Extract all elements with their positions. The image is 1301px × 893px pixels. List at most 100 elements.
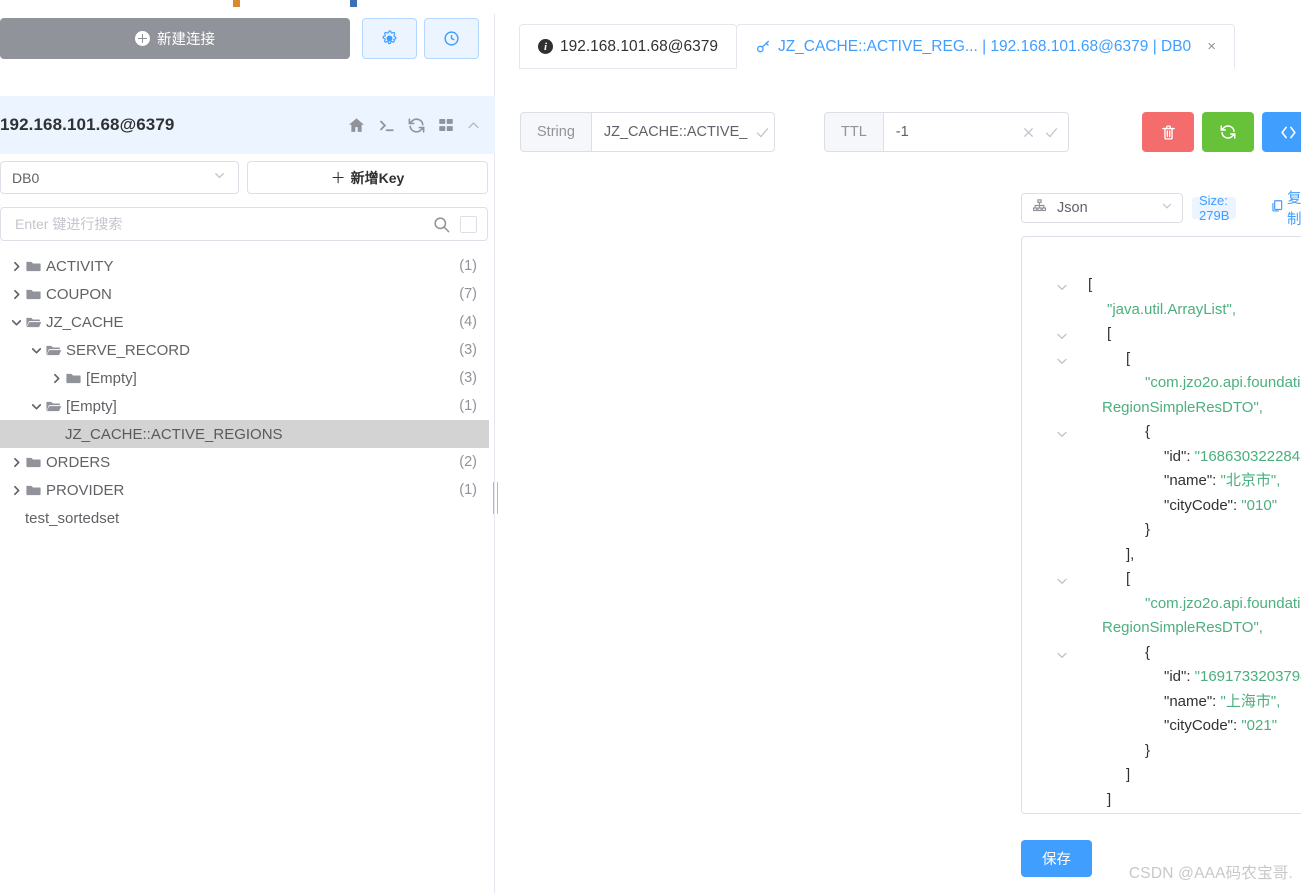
tree-folder-row[interactable]: [Empty] (3) xyxy=(0,364,489,392)
tree-node-label: JZ_CACHE::ACTIVE_REGIONS xyxy=(65,425,283,443)
save-button[interactable]: 保存 xyxy=(1021,840,1092,877)
tree-node-count: (2) xyxy=(459,454,477,470)
format-select[interactable]: Json xyxy=(1021,193,1183,223)
search-exact-checkbox[interactable] xyxy=(460,215,477,233)
terminal-icon[interactable] xyxy=(377,116,396,135)
json-scroll-area: ["java.util.ArrayList", [["com.jzo2o.api.… xyxy=(1022,237,1301,813)
json-line-text: [ xyxy=(1088,276,1092,293)
json-value: "北京市", xyxy=(1220,472,1281,489)
json-bracket: { xyxy=(1145,423,1151,440)
tab-close-icon[interactable]: × xyxy=(1207,39,1216,54)
chevron-down-icon[interactable] xyxy=(28,400,45,413)
tree-node-label: PROVIDER xyxy=(46,481,125,499)
chevron-right-icon[interactable] xyxy=(48,372,65,385)
refresh-icon[interactable] xyxy=(407,116,426,135)
copy-icon xyxy=(1270,199,1284,217)
sidebar: 新建连接 192.168.101.68@6379 DB0 ＋ 新增Key Ent… xyxy=(0,14,495,893)
json-line-text: [ xyxy=(1126,350,1130,367)
json-value: "021" xyxy=(1241,717,1278,734)
tree-key-row[interactable]: JZ_CACHE::ACTIVE_REGIONS xyxy=(0,420,489,448)
database-select[interactable]: DB0 xyxy=(0,161,239,194)
json-key: "cityCode": xyxy=(1164,717,1242,734)
json-value: "010" xyxy=(1241,496,1278,514)
panel-splitter[interactable] xyxy=(489,14,501,893)
tree-node-label: [Empty] xyxy=(66,397,117,415)
cropped-top-edge xyxy=(0,0,1301,14)
tab-0[interactable]: i 192.168.101.68@6379 xyxy=(519,24,737,69)
code-view-button[interactable] xyxy=(1262,112,1301,152)
tree-node-count: (4) xyxy=(459,314,477,330)
json-line: } xyxy=(1022,518,1301,543)
tab-1[interactable]: JZ_CACHE::ACTIVE_REG... | 192.168.101.68… xyxy=(735,24,1235,69)
clear-icon[interactable] xyxy=(1021,125,1036,140)
json-line-text: "name": "上海市", xyxy=(1164,693,1280,710)
history-button[interactable] xyxy=(424,18,479,59)
chevron-right-icon[interactable] xyxy=(8,484,25,497)
info-icon: i xyxy=(538,39,553,54)
json-line-text: "cityCode": "021" xyxy=(1164,717,1277,734)
chevron-down-icon xyxy=(212,168,227,188)
json-line: "cityCode": "021" xyxy=(1022,714,1301,739)
copy-button[interactable]: 复制 xyxy=(1270,191,1301,228)
tree-folder-row[interactable]: JZ_CACHE (4) xyxy=(0,308,489,336)
add-key-button[interactable]: ＋ 新增Key xyxy=(247,161,488,194)
json-bracket: { xyxy=(1145,643,1151,661)
key-search-box[interactable] xyxy=(0,207,488,241)
home-icon[interactable] xyxy=(347,116,366,135)
json-line-text: ], xyxy=(1126,546,1134,563)
chevron-down-icon[interactable] xyxy=(1055,352,1069,366)
chevron-down-icon[interactable] xyxy=(1055,327,1069,341)
tree-folder-row[interactable]: PROVIDER (1) xyxy=(0,476,489,504)
tab-label: JZ_CACHE::ACTIVE_REG... | 192.168.101.68… xyxy=(777,37,1192,55)
refresh-icon xyxy=(1220,125,1236,139)
home-glyph xyxy=(348,117,365,132)
database-select-value: DB0 xyxy=(12,169,40,186)
chevron-right-icon[interactable] xyxy=(8,260,25,273)
search-icon[interactable] xyxy=(432,215,451,234)
folder-open-icon xyxy=(25,314,46,331)
copy-label: 复制 xyxy=(1287,191,1301,228)
grid-glyph xyxy=(439,119,453,131)
tree-key-row[interactable]: test_sortedset xyxy=(0,504,489,532)
json-bracket: [ xyxy=(1126,570,1131,587)
grid-icon[interactable] xyxy=(437,116,455,134)
json-line-text: ] xyxy=(1126,766,1130,783)
json-line: { xyxy=(1022,641,1301,666)
ttl-addon: TTL xyxy=(824,112,884,152)
refresh-button[interactable] xyxy=(1202,112,1254,152)
chevron-down-icon[interactable] xyxy=(28,344,45,357)
tree-folder-row[interactable]: SERVE_RECORD (3) xyxy=(0,336,489,364)
search-input[interactable] xyxy=(13,215,432,233)
chevron-down-icon[interactable] xyxy=(1055,646,1069,660)
chevron-down-icon[interactable] xyxy=(8,316,25,329)
search-glyph xyxy=(434,216,450,232)
tree-node-count: (1) xyxy=(459,258,477,274)
tree-folder-row[interactable]: COUPON (7) xyxy=(0,280,489,308)
chevron-up-icon[interactable] xyxy=(466,118,481,133)
folder-open-icon xyxy=(45,342,66,359)
ttl-field[interactable]: -1 xyxy=(883,112,1069,152)
chevron-down-icon[interactable] xyxy=(1055,425,1069,439)
plus-circle-icon xyxy=(135,31,150,46)
tab-label: 192.168.101.68@6379 xyxy=(560,37,718,55)
tree-node-count: (1) xyxy=(459,398,477,414)
tree-folder-row[interactable]: ACTIVITY (1) xyxy=(0,252,489,280)
delete-button[interactable] xyxy=(1142,112,1194,152)
json-line: [ xyxy=(1022,347,1301,372)
settings-button[interactable] xyxy=(362,18,417,59)
chevron-down-icon[interactable] xyxy=(1055,572,1069,586)
tree-folder-row[interactable]: [Empty] (1) xyxy=(0,392,489,420)
trash-icon xyxy=(1161,124,1175,140)
chevron-right-icon[interactable] xyxy=(8,288,25,301)
confirm-icon[interactable] xyxy=(755,125,770,140)
new-connection-button[interactable]: 新建连接 xyxy=(0,18,350,59)
chevron-down-icon[interactable] xyxy=(1055,278,1069,292)
json-value: "1686303222843662337", xyxy=(1194,447,1301,465)
json-line-text: { xyxy=(1145,644,1150,661)
tree-node-label: COUPON xyxy=(46,285,112,303)
tree-folder-row[interactable]: ORDERS (2) xyxy=(0,448,489,476)
key-name-field[interactable]: JZ_CACHE::ACTIVE_ xyxy=(591,112,775,152)
confirm-icon[interactable] xyxy=(1044,125,1059,140)
tab-bar: i 192.168.101.68@6379 JZ_CACHE::ACTIVE_REG… xyxy=(519,22,1235,69)
chevron-right-icon[interactable] xyxy=(8,456,25,469)
